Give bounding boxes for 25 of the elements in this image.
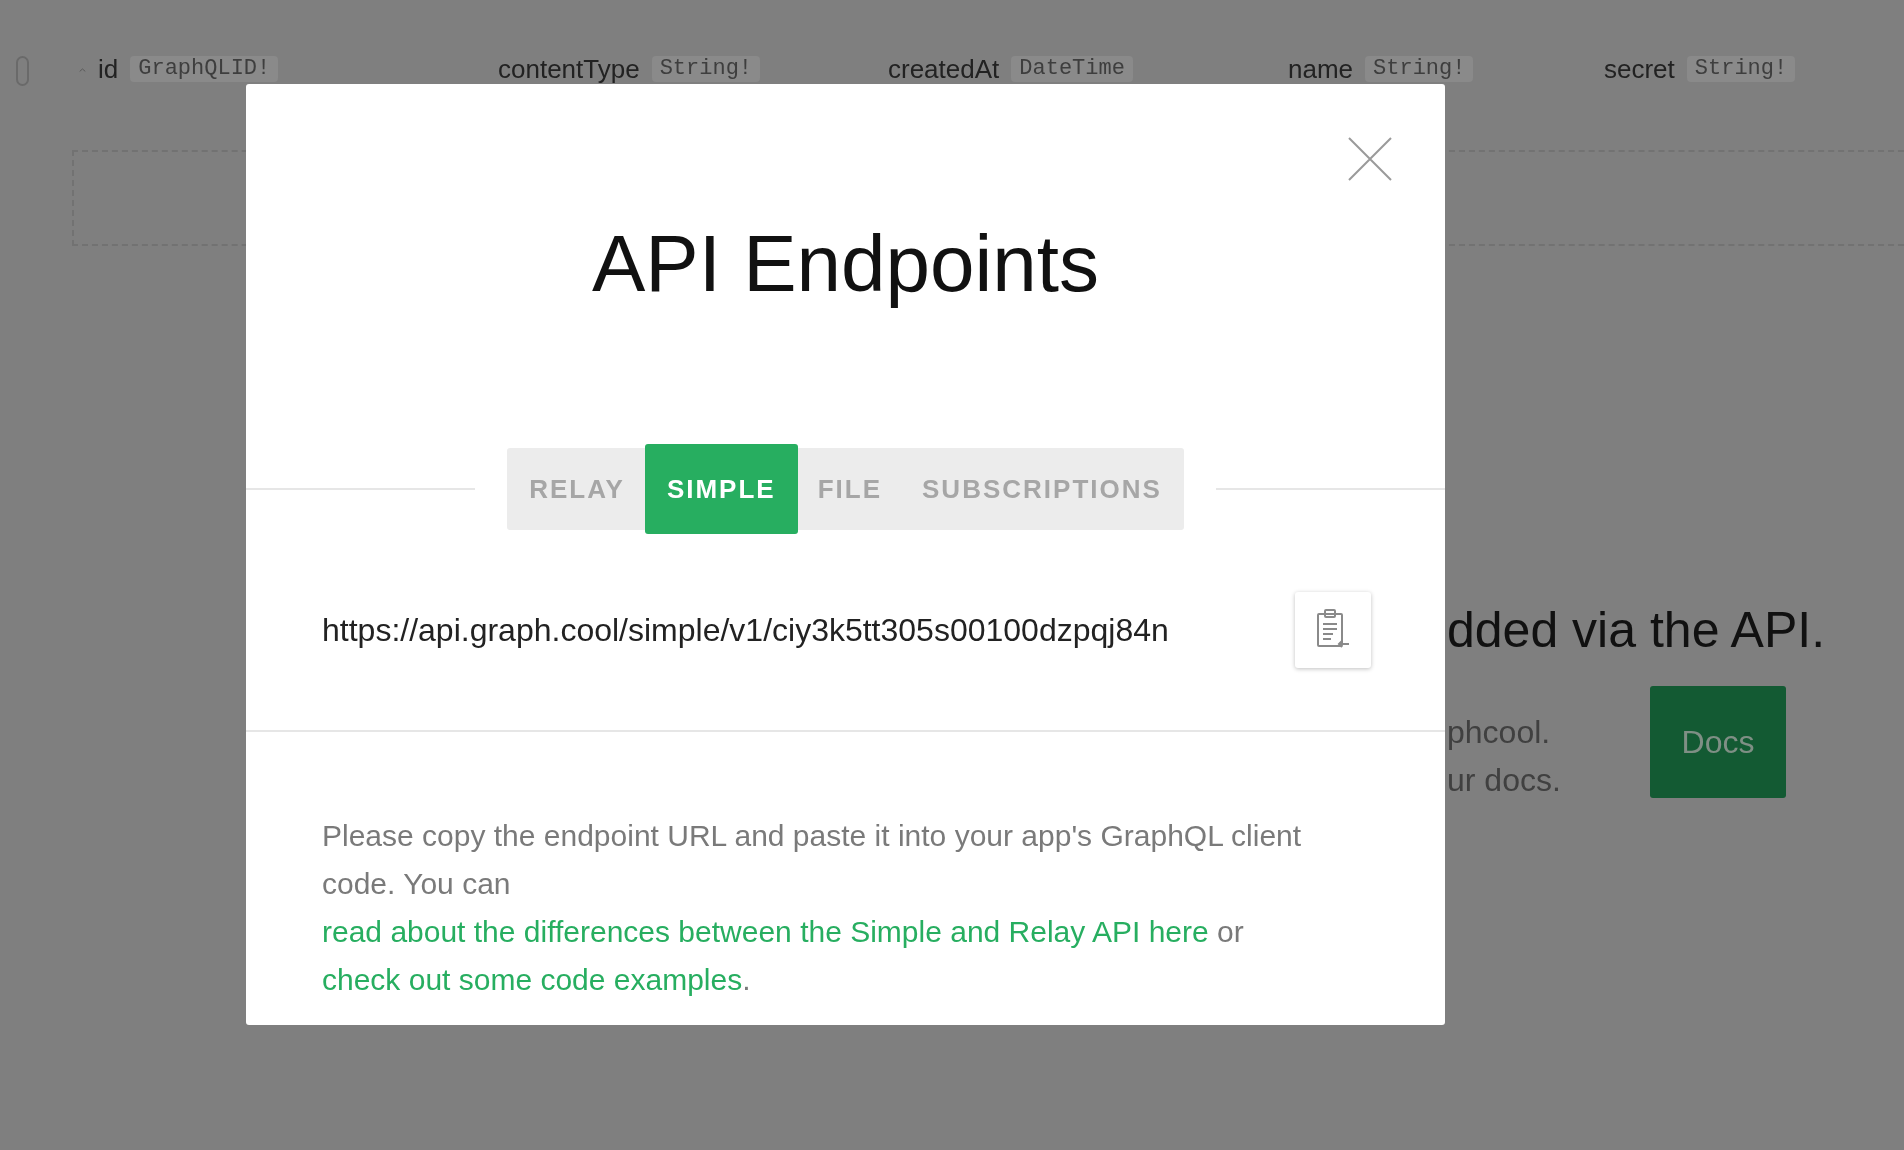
field-type: String! (1365, 56, 1474, 82)
field-type: String! (651, 56, 761, 82)
hint-text: ur docs. (1447, 761, 1562, 800)
empty-message: dded via the API. (1447, 601, 1826, 660)
field-name: name (1288, 56, 1354, 82)
field-type: DateTime (1011, 56, 1133, 82)
field-name: contentType (498, 56, 640, 82)
close-button[interactable] (1347, 136, 1393, 182)
tab[interactable]: RELAY (509, 448, 645, 530)
tab[interactable]: SIMPLE (644, 444, 798, 534)
field-type: String! (1686, 56, 1796, 82)
copy-button[interactable] (1295, 592, 1371, 668)
field-type: GraphQLID! (130, 56, 279, 82)
description-text: Please copy the endpoint URL and paste it into your app's GraphQL client code. You can read about the differences between the Simple and Relay API here or check out some code examples. (321, 818, 1303, 998)
field-name: secret (1604, 56, 1675, 82)
tab[interactable]: FILE (797, 448, 903, 530)
endpoint-url: https://api.graph.cool/simple/v1/ciy3k5tt305s00100dzpqj84n (322, 611, 1169, 650)
description-link[interactable]: read about the differences between the Simple and Relay API here (322, 915, 1209, 948)
docs-button[interactable]: Docs (1650, 686, 1786, 798)
hint-text: phcool. (1447, 713, 1552, 752)
modal-title: API Endpoints (592, 218, 1099, 310)
tab[interactable]: SUBSCRIPTIONS (902, 448, 1182, 530)
field-name: id (98, 56, 119, 82)
field-name: createdAt (888, 56, 1000, 82)
description-link[interactable]: check out some code examples (322, 963, 743, 996)
